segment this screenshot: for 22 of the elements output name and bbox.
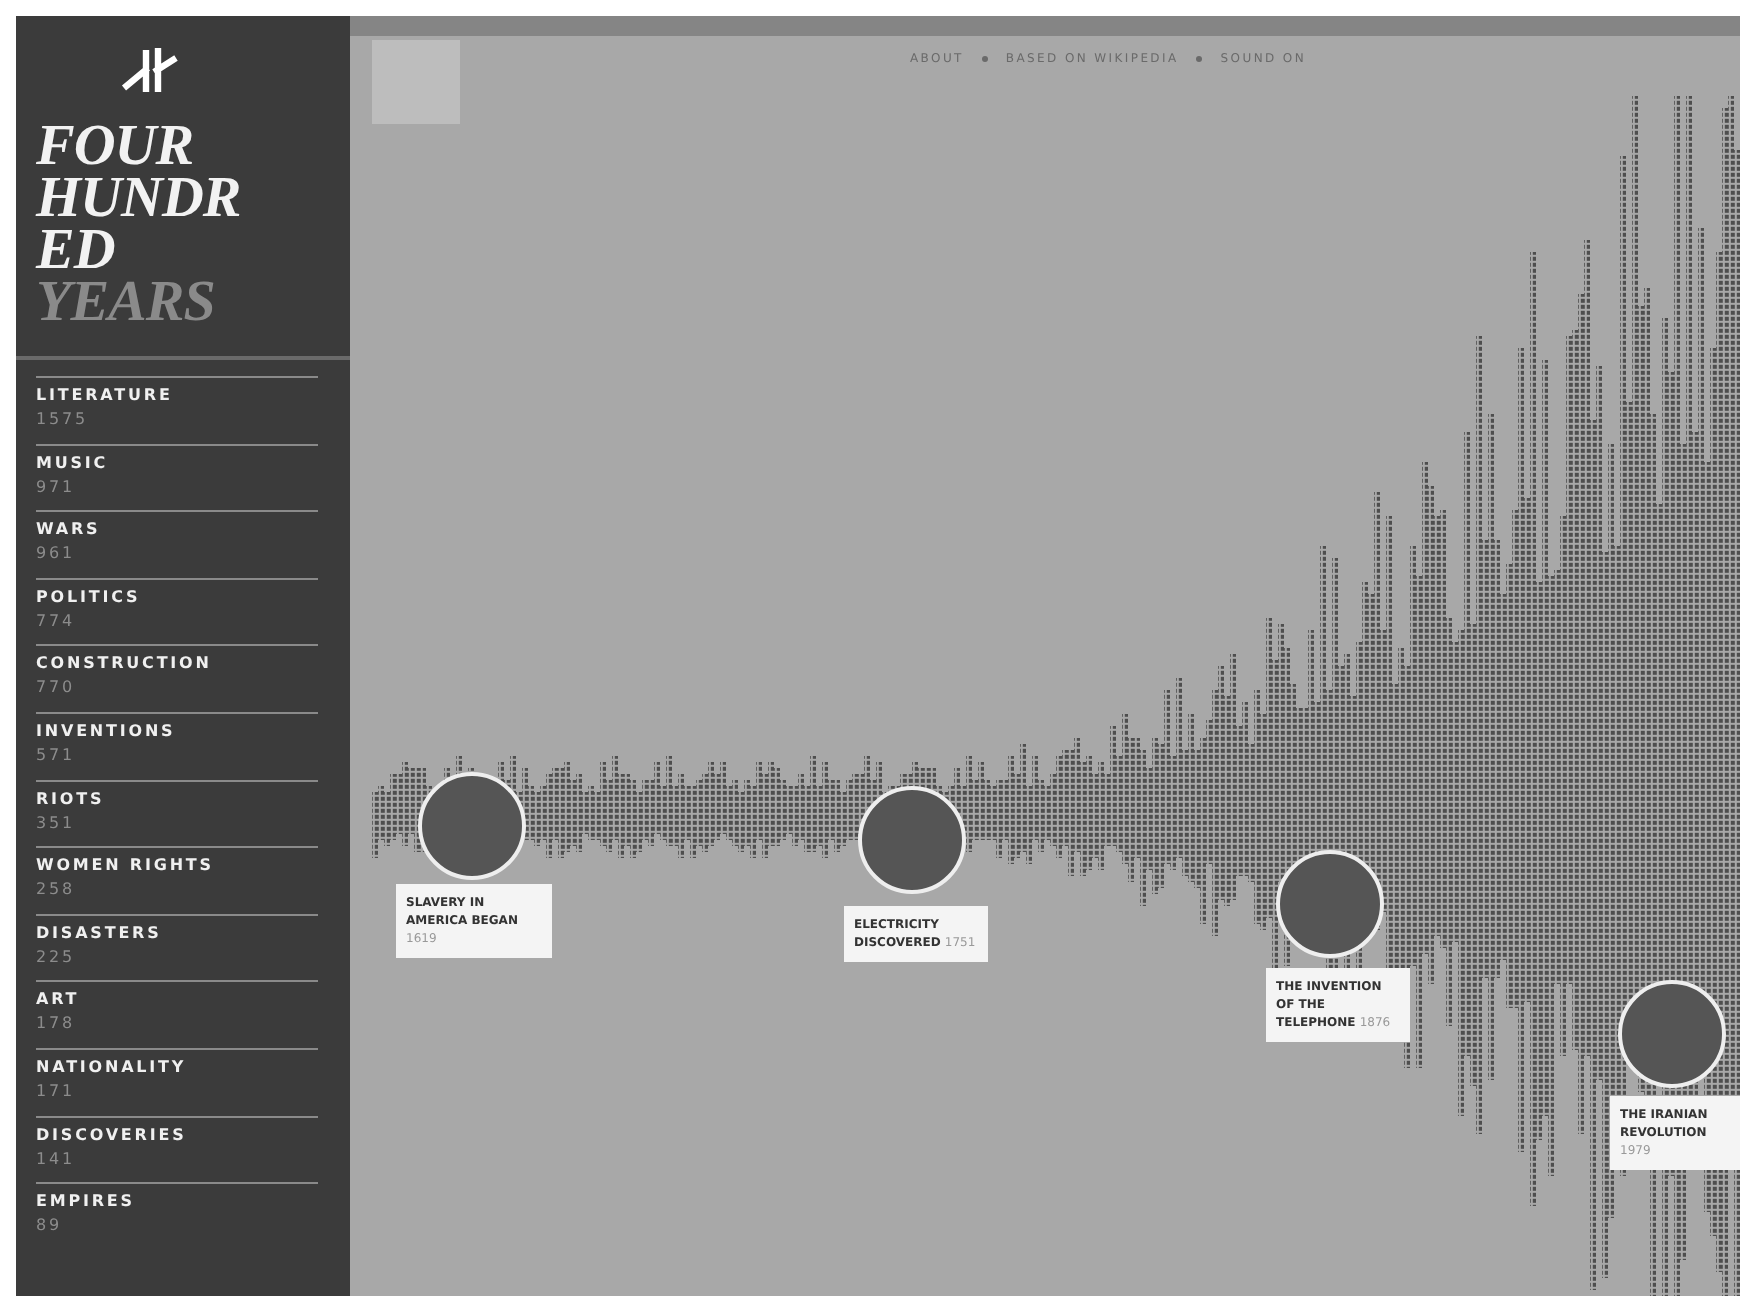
category-item[interactable]: ART 178 bbox=[36, 980, 318, 1048]
category-item[interactable]: RIOTS 351 bbox=[36, 779, 318, 847]
title-line: FOUR bbox=[36, 120, 196, 172]
category-item[interactable]: NATIONALITY 171 bbox=[36, 1047, 318, 1116]
category-item[interactable]: POLITICS 774 bbox=[36, 577, 318, 645]
photo-placeholder[interactable] bbox=[858, 786, 966, 894]
photo-placeholder[interactable] bbox=[418, 772, 526, 880]
separator-dot-icon bbox=[981, 56, 988, 62]
title-line: HUNDR bbox=[36, 172, 243, 224]
logo-icon bbox=[120, 44, 180, 96]
category-item[interactable]: LITERATURE 1575 bbox=[36, 376, 318, 444]
category-item[interactable]: DISCOVERIES 141 bbox=[36, 1115, 318, 1183]
category-item[interactable]: WOMEN RIGHTS 258 bbox=[36, 846, 318, 914]
category-item[interactable]: CONSTRUCTION 770 bbox=[36, 644, 318, 712]
category-item[interactable]: EMPIRES 89 bbox=[36, 1182, 318, 1250]
category-item[interactable]: WARS 961 bbox=[36, 510, 318, 578]
title-line: YEARS bbox=[36, 276, 217, 328]
separator-dot-icon bbox=[1196, 56, 1203, 62]
category-item[interactable]: DISASTERS 225 bbox=[36, 913, 318, 981]
category-item[interactable]: MUSIC 971 bbox=[36, 443, 318, 511]
category-item[interactable]: INVENTIONS 571 bbox=[36, 711, 318, 780]
title-line: ED bbox=[36, 224, 115, 276]
